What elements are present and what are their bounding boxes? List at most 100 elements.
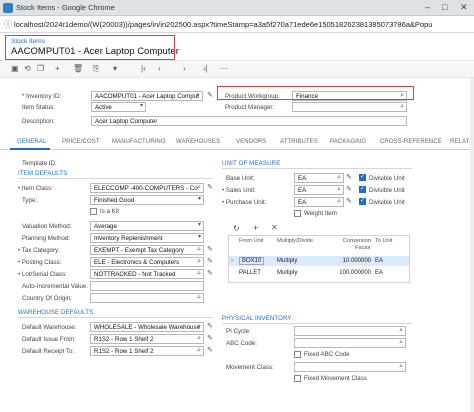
search-icon[interactable]: ⌕ — [197, 246, 201, 254]
sales-unit-field[interactable]: EA ⌕ — [294, 185, 344, 195]
search-icon[interactable]: ⌕ — [197, 294, 201, 302]
abc-code-field[interactable]: ⌕ — [294, 338, 406, 348]
search-icon[interactable]: ⌕ — [197, 258, 201, 266]
delete-row-icon[interactable]: ✕ — [271, 223, 278, 232]
search-icon[interactable]: ⌕ — [196, 92, 200, 100]
next-record-icon[interactable]: › — [183, 64, 186, 73]
default-warehouse-field[interactable]: WHOLESALE - Wholesale Warehouse ⌕ — [90, 322, 204, 332]
copy-icon[interactable]: ❐ — [37, 64, 44, 73]
table-row[interactable]: › BOX10 Multiply 10.000000 EA — [229, 256, 409, 266]
tax-field[interactable]: EXEMPT - Exempt Tax Category ⌕ — [90, 245, 204, 255]
auto-incremental-field[interactable] — [90, 281, 204, 291]
minimize-icon[interactable]: – — [425, 2, 430, 12]
tab-packaging[interactable]: PACKAGING — [330, 139, 366, 145]
divisible-sales-checkbox[interactable] — [359, 185, 366, 193]
valuation-select[interactable]: Average ▾ — [90, 221, 204, 231]
search-icon[interactable]: ⌕ — [197, 335, 201, 343]
add-icon[interactable]: + — [55, 64, 60, 73]
tab-general[interactable]: GENERAL — [17, 139, 46, 145]
add-row-icon[interactable]: + — [253, 223, 258, 233]
paste-icon[interactable]: ▾ — [113, 64, 117, 73]
search-icon[interactable]: ⌕ — [197, 184, 201, 192]
inventory-id-field[interactable]: AACOMPUT01 - Acer Laptop Comput ⌕ — [91, 91, 203, 101]
from-unit-cell[interactable]: BOX10 — [239, 257, 265, 265]
edit-pencil-icon[interactable]: ✎ — [346, 185, 352, 193]
edit-pencil-icon[interactable]: ✎ — [207, 257, 213, 265]
search-icon[interactable]: ⌕ — [197, 270, 201, 278]
item-class-field[interactable]: ELECCOMP -400-COMPUTERS - Co ⌕ — [90, 183, 204, 193]
fixed-movement-checkbox[interactable] — [294, 375, 301, 382]
edit-pencil-icon[interactable]: ✎ — [207, 334, 213, 342]
tab-price-cost[interactable]: PRICE/COST — [62, 139, 100, 145]
maximize-icon[interactable]: □ — [442, 2, 447, 12]
weight-item-checkbox[interactable] — [294, 210, 301, 217]
last-record-icon[interactable]: ›| — [203, 64, 208, 73]
url-text[interactable]: localhost/2024r1demo/(W(20003))/pages/in… — [14, 20, 432, 29]
to-unit-cell[interactable]: EA — [375, 258, 383, 264]
edit-pencil-icon[interactable]: ✎ — [207, 346, 213, 354]
posting-field[interactable]: ELE - Electronics & Computers ⌕ — [90, 257, 204, 267]
purchase-unit-field[interactable]: EA ⌕ — [294, 197, 344, 207]
search-icon[interactable]: ⌕ — [400, 103, 404, 111]
country-field[interactable]: ⌕ — [90, 293, 204, 303]
grid-header-conversion-factor[interactable]: Conversion Factor — [337, 238, 371, 251]
refresh-icon[interactable]: ↻ — [233, 224, 240, 233]
edit-pencil-icon[interactable]: ✎ — [207, 245, 213, 253]
product-manager-field[interactable]: ⌕ — [292, 102, 407, 112]
search-icon[interactable]: ⌕ — [337, 198, 341, 206]
undo-icon[interactable]: ⟲ — [24, 64, 31, 73]
pi-cycle-field[interactable]: ⌕ — [294, 326, 406, 336]
multiply-divide-cell[interactable]: Multiply — [277, 258, 297, 264]
edit-pencil-icon[interactable]: ✎ — [207, 269, 213, 277]
edit-pencil-icon[interactable]: ✎ — [207, 91, 213, 99]
clipboard-icon[interactable]: ⎘ — [93, 64, 99, 74]
previous-record-icon[interactable]: ‹ — [158, 64, 161, 73]
table-row[interactable]: PALLET Multiply 100.000000 EA — [229, 268, 409, 278]
edit-pencil-icon[interactable]: ✎ — [346, 173, 352, 181]
grid-header-from-unit[interactable]: From Unit — [239, 238, 264, 245]
save-icon[interactable]: ▣ — [11, 64, 19, 73]
address-bar[interactable]: ⓘ localhost/2024r1demo/(W(20003))/pages/… — [0, 16, 474, 33]
base-unit-field[interactable]: EA ⌕ — [294, 173, 344, 183]
fixed-abc-checkbox[interactable] — [294, 351, 301, 358]
tab-vendors[interactable]: VENDORS — [236, 139, 266, 145]
tab-cross-reference[interactable]: CROSS-REFERENCE — [380, 139, 442, 145]
grid-header-multiply-divide[interactable]: Multiply/Divide — [277, 238, 313, 245]
edit-pencil-icon[interactable]: ✎ — [207, 322, 213, 330]
search-icon[interactable]: ⌕ — [399, 339, 403, 347]
description-field[interactable]: Acer Laptop Computer — [91, 116, 407, 126]
tab-manufacturing[interactable]: MANUFACTURING — [112, 139, 166, 145]
search-icon[interactable]: ⌕ — [197, 347, 201, 355]
search-icon[interactable]: ⌕ — [399, 327, 403, 335]
movement-class-field[interactable]: ⌕ — [294, 362, 406, 372]
first-record-icon[interactable]: |‹ — [141, 64, 146, 73]
search-icon[interactable]: ⌕ — [197, 323, 201, 331]
type-select[interactable]: Finished Good ▾ — [90, 195, 204, 205]
divisible-base-checkbox[interactable] — [359, 173, 366, 181]
vertical-scrollbar[interactable] — [470, 78, 474, 412]
planning-select[interactable]: Inventory Replenishment ▾ — [90, 233, 204, 243]
conversion-factor-cell[interactable]: 100.000000 — [333, 270, 371, 276]
info-icon[interactable]: ⓘ — [4, 19, 12, 30]
from-unit-cell[interactable]: PALLET — [239, 270, 261, 276]
divisible-purchase-checkbox[interactable] — [359, 197, 366, 205]
search-icon[interactable]: ⌕ — [337, 174, 341, 182]
item-status-select[interactable]: Active ▾ — [91, 102, 146, 112]
to-unit-cell[interactable]: EA — [375, 270, 383, 276]
tab-attributes[interactable]: ATTRIBUTES — [280, 139, 318, 145]
default-issue-field[interactable]: R1S2 - Row 1 Shelf 2 ⌕ — [90, 334, 204, 344]
multiply-divide-cell[interactable]: Multiply — [277, 270, 297, 276]
search-icon[interactable]: ⌕ — [399, 363, 403, 371]
close-icon[interactable]: ✕ — [460, 2, 468, 13]
edit-pencil-icon[interactable]: ✎ — [346, 197, 352, 205]
grid-header-to-unit[interactable]: To Unit — [375, 238, 392, 245]
lot-serial-field[interactable]: NOTTRACKED - Not Tracked ⌕ — [90, 269, 204, 279]
delete-icon[interactable]: 🗑 — [73, 64, 83, 73]
is-kit-checkbox[interactable] — [90, 208, 97, 215]
search-icon[interactable]: ⌕ — [337, 186, 341, 194]
edit-pencil-icon[interactable]: ✎ — [207, 183, 213, 191]
default-receipt-field[interactable]: R1S2 - Row 1 Shelf 2 ⌕ — [90, 346, 204, 356]
more-icon[interactable]: ··· — [220, 64, 228, 73]
tab-warehouses[interactable]: WAREHOUSES — [176, 139, 220, 145]
conversion-factor-cell[interactable]: 10.000000 — [333, 258, 371, 264]
